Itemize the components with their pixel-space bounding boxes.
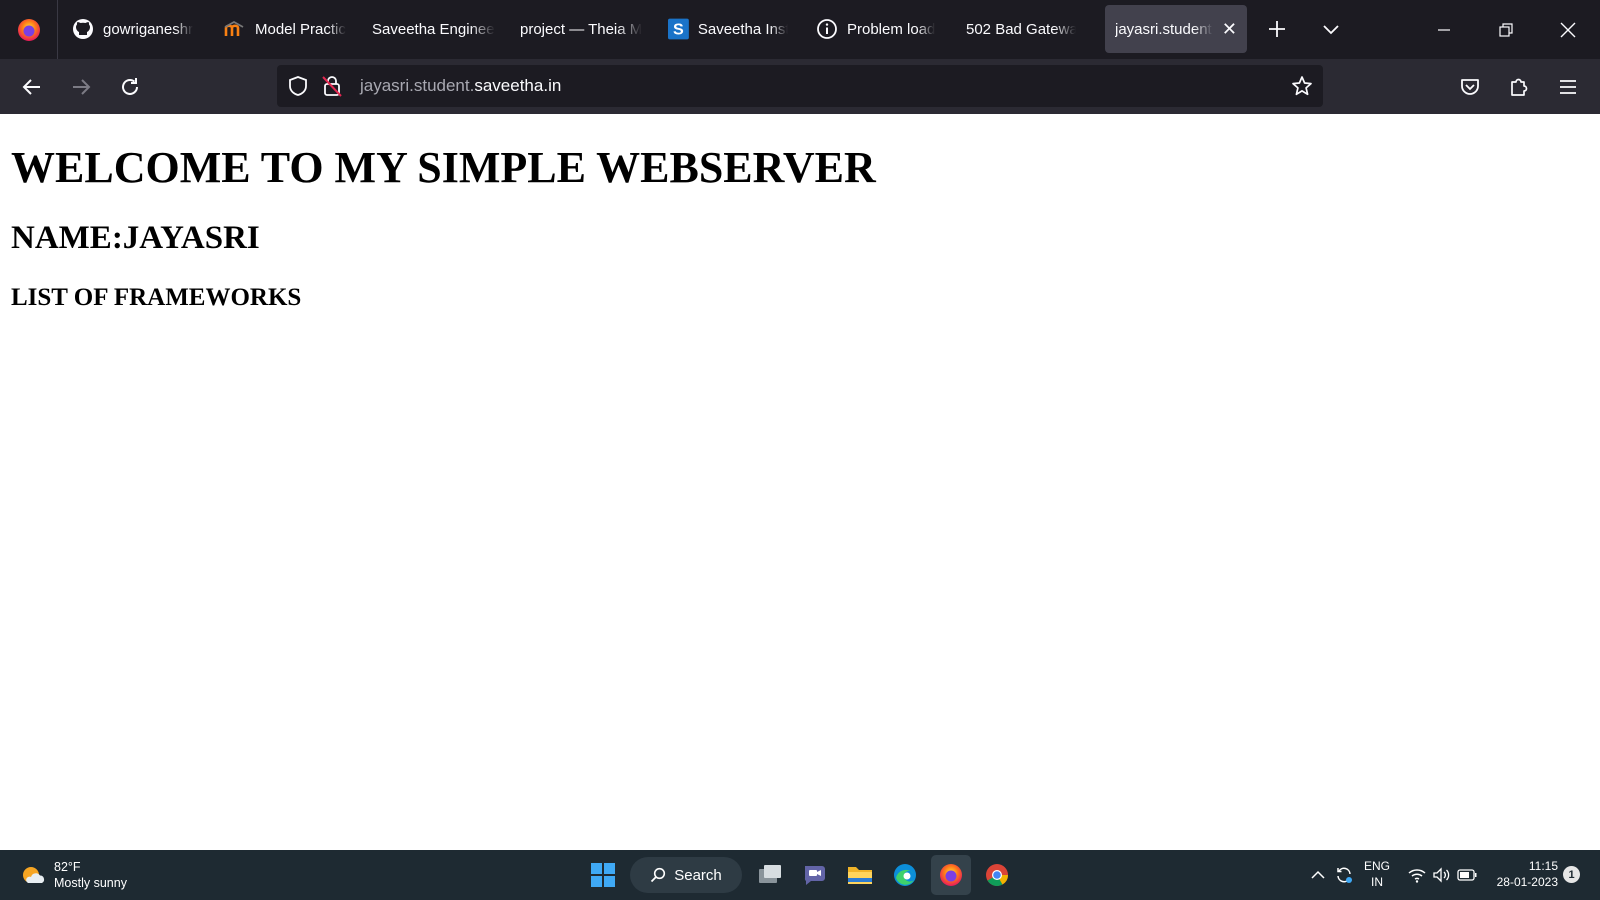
taskbar-search-button[interactable]: Search — [630, 857, 742, 893]
tab-strip: gowriganeshr Model Practic Saveetha Engi… — [0, 0, 1600, 59]
arrow-right-icon — [73, 79, 91, 95]
navigation-toolbar: jayasri.student.saveetha.in — [0, 59, 1600, 114]
firefox-icon — [17, 18, 40, 41]
tab-label: jayasri.student.s — [1115, 20, 1213, 38]
web-page-content: WELCOME TO MY SIMPLE WEBSERVER NAME:JAYA… — [0, 114, 1600, 850]
insecure-lock-icon[interactable] — [321, 74, 343, 98]
tab-label: Problem load — [847, 20, 936, 38]
input-language-indicator[interactable]: ENG IN — [1362, 858, 1392, 890]
file-explorer-button[interactable] — [840, 855, 880, 895]
firefox-taskbar-button[interactable] — [931, 855, 971, 895]
edge-icon — [894, 864, 916, 886]
clock-date: 28-01-2023 — [1496, 875, 1558, 889]
tab-model-practice[interactable]: Model Practic — [214, 5, 356, 53]
extensions-button[interactable] — [1499, 67, 1539, 107]
folder-icon — [848, 867, 872, 884]
tab-label: Model Practic — [255, 20, 346, 38]
close-window-button[interactable] — [1537, 0, 1599, 59]
tracking-protection-shield-icon[interactable] — [287, 75, 309, 97]
github-icon — [73, 19, 93, 39]
tab-saveetha-institute[interactable]: S Saveetha Insti — [658, 5, 798, 53]
tab-label: Saveetha Insti — [697, 20, 788, 38]
windows-logo-icon — [591, 863, 615, 887]
teams-chat-icon — [804, 866, 825, 885]
chrome-browser-button[interactable] — [977, 855, 1017, 895]
battery-tray-button[interactable] — [1455, 850, 1479, 900]
tab-theia-project[interactable]: project — Theia M — [510, 5, 656, 53]
task-view-button[interactable] — [750, 855, 790, 895]
sync-tray-button[interactable] — [1333, 850, 1355, 900]
speaker-icon — [1433, 867, 1450, 883]
tab-502-bad-gateway[interactable]: 502 Bad Gateway — [956, 5, 1086, 53]
close-tab-icon[interactable]: ✕ — [1222, 20, 1237, 38]
chrome-icon — [986, 864, 1008, 886]
tab-github[interactable]: gowriganeshr — [62, 5, 208, 53]
svg-text:S: S — [673, 21, 684, 39]
start-button[interactable] — [583, 855, 623, 895]
chevron-up-icon — [1311, 870, 1325, 879]
minimize-icon — [1438, 28, 1450, 31]
show-hidden-icons-button[interactable] — [1308, 850, 1328, 900]
teams-chat-button[interactable] — [795, 855, 835, 895]
clock-time: 11:15 — [1528, 859, 1558, 873]
back-button[interactable] — [12, 67, 52, 107]
pocket-button[interactable] — [1450, 67, 1490, 107]
url-subdomain: jayasri.student. — [360, 76, 475, 95]
chevron-down-icon — [1323, 25, 1339, 35]
puzzle-icon — [1511, 78, 1528, 96]
weather-temperature: 82°F — [54, 860, 81, 874]
task-view-icon — [759, 865, 781, 883]
search-label: Search — [674, 866, 722, 884]
plus-icon — [1269, 21, 1285, 37]
partly-sunny-icon — [23, 867, 45, 883]
lang-line-1: ENG — [1363, 859, 1390, 873]
tab-label: 502 Bad Gateway — [966, 20, 1076, 38]
tab-label: gowriganeshr — [103, 20, 194, 38]
page-heading-name: NAME:JAYASRI — [11, 220, 260, 256]
battery-icon — [1457, 869, 1477, 881]
saveetha-s-icon: S — [668, 18, 689, 40]
page-heading-frameworks: LIST OF FRAMEWORKS — [11, 284, 302, 311]
new-tab-button[interactable] — [1258, 10, 1296, 48]
firefox-icon — [940, 864, 962, 886]
reload-button[interactable] — [110, 67, 150, 107]
restore-icon — [1499, 22, 1513, 37]
url-domain: saveetha.in — [474, 76, 562, 95]
info-icon — [817, 19, 837, 39]
address-bar[interactable]: jayasri.student.saveetha.in — [277, 65, 1323, 107]
tab-jayasri-active[interactable]: jayasri.student.s ✕ — [1105, 5, 1247, 53]
wifi-tray-button[interactable] — [1406, 850, 1428, 900]
tab-problem-loading[interactable]: Problem load — [806, 5, 948, 53]
minimize-button[interactable] — [1413, 0, 1475, 59]
tab-label: Saveetha Enginee — [372, 20, 495, 38]
url-text[interactable]: jayasri.student.saveetha.in — [360, 65, 561, 107]
hamburger-menu-icon — [1560, 80, 1576, 94]
search-icon — [651, 867, 666, 883]
forward-button[interactable] — [61, 67, 101, 107]
windows-taskbar: 82°F Mostly sunny Search ENG IN 11:15 28… — [0, 850, 1600, 900]
notification-badge[interactable]: 1 — [1563, 866, 1580, 883]
application-menu-button[interactable] — [1548, 67, 1588, 107]
tab-saveetha-engineering[interactable]: Saveetha Enginee — [362, 5, 508, 53]
tab-label: project — Theia M — [520, 20, 643, 38]
sync-icon — [1337, 867, 1352, 883]
arrow-left-icon — [22, 79, 40, 95]
weather-condition: Mostly sunny — [54, 876, 127, 890]
pocket-icon — [1461, 79, 1479, 95]
weather-widget[interactable]: 82°F Mostly sunny — [20, 855, 127, 895]
volume-tray-button[interactable] — [1430, 850, 1452, 900]
reload-icon — [122, 78, 138, 95]
restore-button[interactable] — [1475, 0, 1537, 59]
firefox-menu-button[interactable] — [0, 0, 58, 59]
lang-line-2: IN — [1371, 875, 1383, 889]
edge-browser-button[interactable] — [885, 855, 925, 895]
list-all-tabs-button[interactable] — [1312, 10, 1350, 48]
close-icon — [1560, 22, 1576, 37]
system-clock[interactable]: 11:15 28-01-2023 — [1484, 858, 1558, 890]
page-heading-welcome: WELCOME TO MY SIMPLE WEBSERVER — [11, 143, 876, 192]
wifi-icon — [1408, 869, 1426, 883]
moodle-icon — [224, 20, 244, 36]
bookmark-star-icon[interactable] — [1291, 75, 1313, 97]
